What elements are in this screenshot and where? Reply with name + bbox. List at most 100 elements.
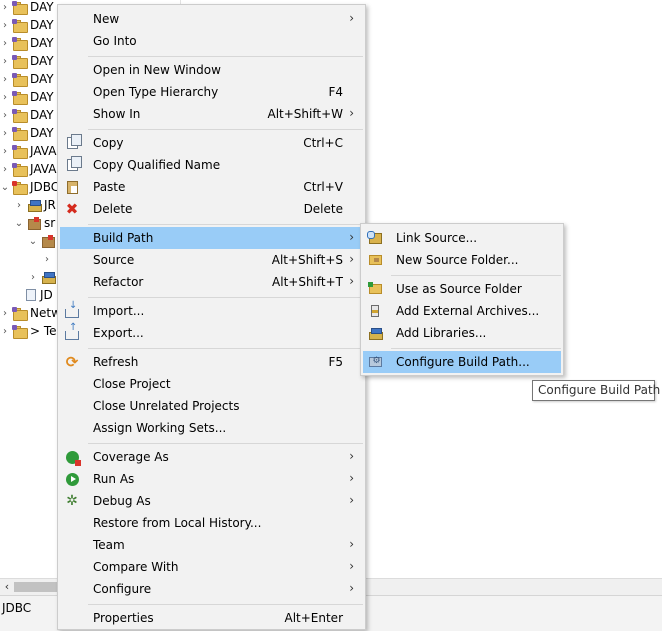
chevron-right-icon[interactable]: › [0, 128, 10, 139]
tree-item-project[interactable]: › DAY [0, 124, 54, 142]
menu-item-properties[interactable]: Properties Alt+Enter [60, 607, 363, 629]
menu-item-add-libraries[interactable]: Add Libraries... [363, 322, 561, 344]
menu-item-link-source[interactable]: Link Source... [363, 227, 561, 249]
library-icon [27, 199, 42, 212]
chevron-right-icon[interactable]: › [0, 164, 10, 175]
submenu-arrow-icon: › [349, 252, 354, 266]
chevron-right-icon[interactable]: › [0, 20, 10, 31]
menu-item-export[interactable]: Export... [60, 322, 363, 344]
menu-item-use-as-source-folder[interactable]: Use as Source Folder [363, 278, 561, 300]
source-folder-error-icon [27, 217, 41, 230]
submenu-arrow-icon: › [349, 581, 354, 595]
chevron-right-icon[interactable]: › [28, 272, 38, 283]
scroll-left-icon[interactable]: ‹ [0, 580, 14, 594]
tree-item-label: DAY [30, 108, 54, 122]
menu-item-label: Close Unrelated Projects [93, 399, 240, 413]
tree-item-label: DAY [30, 18, 54, 32]
chevron-right-icon[interactable]: › [0, 308, 10, 319]
tree-item-project[interactable]: › JAVA [0, 142, 56, 160]
tree-item-project[interactable]: › Netw [0, 304, 61, 322]
menu-item-open-new-window[interactable]: Open in New Window [60, 59, 363, 81]
menu-item-copy-qualified-name[interactable]: Copy Qualified Name [60, 154, 363, 176]
chevron-right-icon[interactable]: › [0, 38, 10, 49]
submenu-arrow-icon: › [349, 106, 354, 120]
tree-item-project[interactable]: › DAY [0, 70, 54, 88]
menu-item-go-into[interactable]: Go Into [60, 30, 363, 52]
menu-item-label: Coverage As [93, 450, 169, 464]
menu-item-shortcut: Alt+Shift+W [267, 107, 344, 121]
tree-item-project[interactable]: › DAY [0, 0, 54, 16]
tree-item-file[interactable]: JD [22, 286, 53, 304]
menu-item-shortcut: Alt+Shift+S [271, 253, 343, 267]
chevron-right-icon[interactable]: › [42, 254, 52, 265]
tree-item-label: DAY [30, 72, 54, 86]
tree-item-project[interactable]: › DAY [0, 88, 54, 106]
tree-item-src[interactable]: ⌄ sr [14, 214, 55, 232]
tree-item-project[interactable]: › > Te [0, 322, 57, 340]
menu-item-show-in[interactable]: Show In Alt+Shift+W › [60, 103, 363, 125]
build-path-submenu: Link Source... New Source Folder... Use … [360, 223, 564, 376]
menu-item-coverage-as[interactable]: Coverage As › [60, 446, 363, 468]
chevron-right-icon[interactable]: › [0, 56, 10, 67]
chevron-right-icon[interactable]: › [14, 200, 24, 211]
menu-item-label: Compare With [93, 560, 179, 574]
menu-item-label: Export... [93, 326, 144, 340]
tree-item-label: JDBC [30, 180, 60, 194]
menu-item-close-project[interactable]: Close Project [60, 373, 363, 395]
tree-item-project[interactable]: › DAY [0, 16, 54, 34]
tree-item-project[interactable]: › DAY [0, 52, 54, 70]
chevron-down-icon[interactable]: ⌄ [28, 236, 38, 247]
link-source-icon [366, 230, 383, 245]
tree-item-project[interactable]: › DAY [0, 34, 54, 52]
tree-item-library[interactable]: › JR [14, 196, 56, 214]
menu-item-open-type-hierarchy[interactable]: Open Type Hierarchy F4 [60, 81, 363, 103]
menu-item-label: Close Project [93, 377, 171, 391]
menu-item-label: Team [93, 538, 125, 552]
menu-item-add-external-archives[interactable]: Add External Archives... [363, 300, 561, 322]
menu-item-label: Open in New Window [93, 63, 221, 77]
chevron-down-icon[interactable]: ⌄ [0, 182, 10, 193]
menu-item-run-as[interactable]: Run As › [60, 468, 363, 490]
chevron-down-icon[interactable]: ⌄ [14, 218, 24, 229]
chevron-right-icon[interactable]: › [0, 326, 10, 337]
menu-item-assign-working-sets[interactable]: Assign Working Sets... [60, 417, 363, 439]
menu-item-build-path[interactable]: Build Path › [60, 227, 363, 249]
menu-item-paste[interactable]: Paste Ctrl+V [60, 176, 363, 198]
menu-item-new-source-folder[interactable]: New Source Folder... [363, 249, 561, 271]
menu-item-refresh[interactable]: ⟳ Refresh F5 [60, 351, 363, 373]
chevron-right-icon[interactable]: › [0, 2, 10, 13]
tree-item-project-jdbc[interactable]: ⌄ JDBC [0, 178, 59, 196]
tree-item-child[interactable]: › [42, 250, 52, 268]
menu-item-restore-local-history[interactable]: Restore from Local History... [60, 512, 363, 534]
menu-item-new[interactable]: New › [60, 8, 363, 30]
menu-item-shortcut: F5 [328, 355, 343, 369]
menu-item-shortcut: Alt+Shift+T [272, 275, 343, 289]
tree-item-project[interactable]: › DAY [0, 106, 54, 124]
menu-item-team[interactable]: Team › [60, 534, 363, 556]
menu-item-configure-build-path[interactable]: Configure Build Path... [363, 351, 561, 373]
menu-item-debug-as[interactable]: ✲ Debug As › [60, 490, 363, 512]
java-project-icon [12, 144, 28, 159]
menu-item-label: Paste [93, 180, 126, 194]
tree-item-package[interactable]: ⌄ [28, 232, 58, 250]
menu-item-copy[interactable]: Copy Ctrl+C [60, 132, 363, 154]
menu-item-label: Run As [93, 472, 135, 486]
menu-item-close-unrelated-projects[interactable]: Close Unrelated Projects [60, 395, 363, 417]
use-source-folder-icon [367, 282, 383, 296]
menu-item-compare-with[interactable]: Compare With › [60, 556, 363, 578]
menu-item-configure[interactable]: Configure › [60, 578, 363, 600]
chevron-right-icon[interactable]: › [0, 110, 10, 121]
menu-item-import[interactable]: Import... [60, 300, 363, 322]
tree-item-label: DAY [30, 90, 54, 104]
chevron-right-icon[interactable]: › [0, 74, 10, 85]
menu-item-refactor[interactable]: Refactor Alt+Shift+T › [60, 271, 363, 293]
tree-item-project[interactable]: › JAVA [0, 160, 56, 178]
menu-item-label: Delete [93, 202, 133, 216]
chevron-right-icon[interactable]: › [0, 146, 10, 157]
project-icon [12, 324, 28, 339]
menu-item-delete[interactable]: ✖ Delete Delete [60, 198, 363, 220]
scroll-thumb[interactable] [14, 582, 59, 592]
tree-item-library[interactable]: › [28, 268, 58, 286]
menu-item-source[interactable]: Source Alt+Shift+S › [60, 249, 363, 271]
chevron-right-icon[interactable]: › [0, 92, 10, 103]
